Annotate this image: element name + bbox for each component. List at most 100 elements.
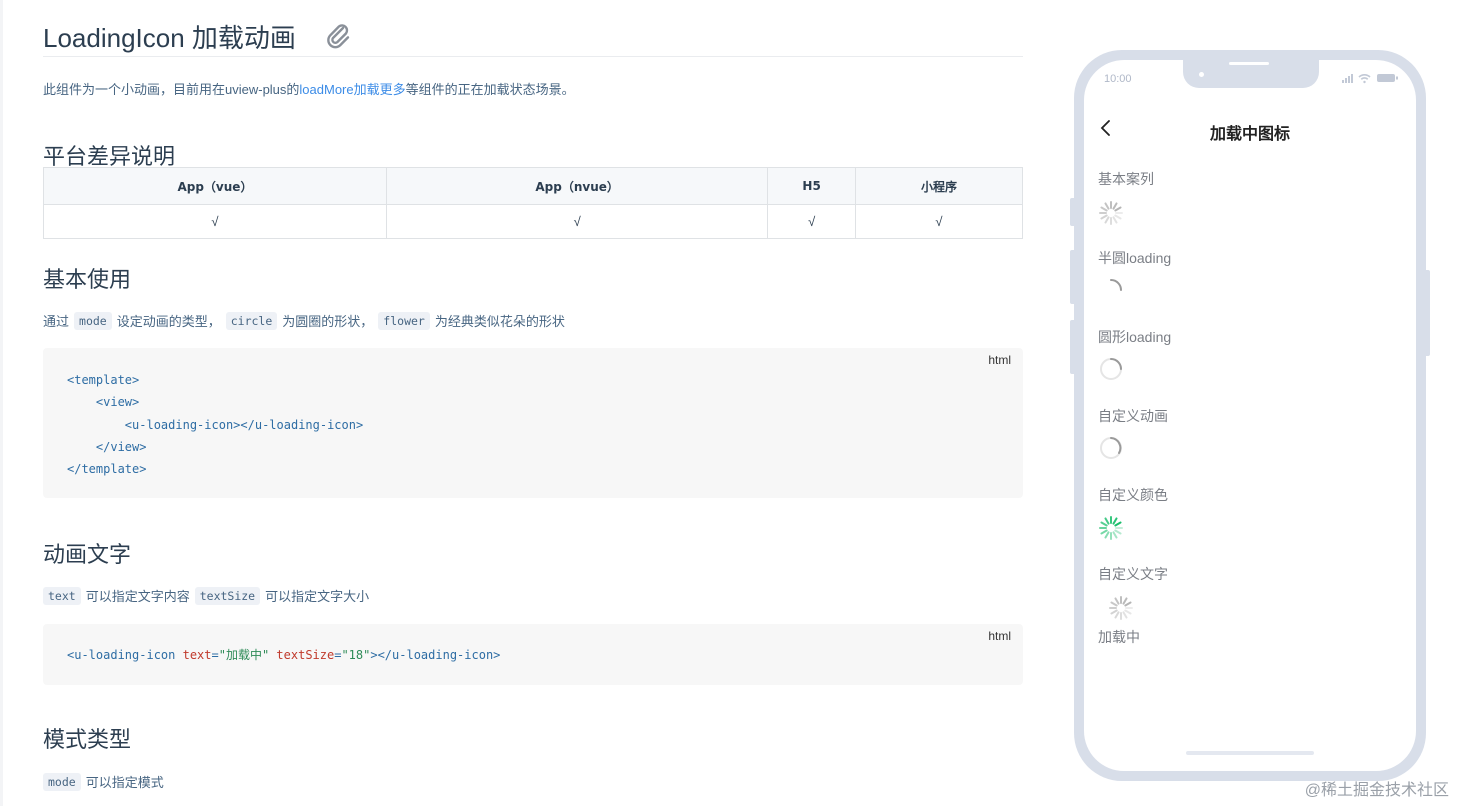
flower-spinner-icon	[1109, 596, 1133, 620]
spinner-petal	[1100, 529, 1108, 535]
table-header-cell: H5	[767, 167, 856, 205]
code-block-basic[interactable]: html <template> <view> <u-loading-icon><…	[43, 348, 1023, 498]
spinner-petal	[1104, 531, 1110, 539]
code-string: "18"	[341, 648, 371, 662]
table-cell: √	[43, 204, 387, 239]
inline-code-flower: flower	[378, 311, 430, 330]
spinner-petal	[1112, 531, 1118, 539]
code-line: <template>	[67, 373, 140, 387]
spinner-petal	[1114, 529, 1122, 535]
intro-after: 等组件的正在加载状态场景。	[405, 82, 575, 97]
table-header-cell: App（vue）	[43, 167, 387, 205]
heading-basic: 基本使用	[43, 267, 132, 292]
spinner-petal	[1114, 611, 1120, 619]
table-header-cell: 小程序	[854, 167, 1024, 205]
basic-description: 通过 mode 设定动画的类型， circle 为圆圈的形状， flower 为…	[43, 311, 565, 330]
code-lang-label: html	[988, 353, 1011, 367]
text-desc-1: 可以指定文字内容	[85, 589, 190, 604]
table-row: √ √ √ √	[43, 204, 1024, 239]
spinner-petal	[1114, 597, 1120, 605]
demo-label-custom-animation: 自定义动画	[1098, 408, 1168, 424]
table-cell: √	[385, 204, 769, 239]
heading-text: 动画文字	[43, 542, 132, 567]
spinner-petal	[1104, 517, 1110, 525]
demo-label-basic: 基本案列	[1098, 171, 1154, 187]
spinner-petal	[1110, 609, 1118, 615]
phone-speaker	[1229, 62, 1269, 65]
basic-text-2: 设定动画的类型，	[116, 314, 221, 329]
code-line: <u-loading-icon></u-loading-icon>	[67, 417, 364, 432]
flower-spinner-icon	[1099, 201, 1123, 225]
code-tag: ></u-loading-icon>	[370, 648, 501, 662]
demo-label-semicircle: 半圆loading	[1098, 250, 1172, 266]
mode-description: mode 可以指定模式	[43, 772, 164, 791]
code-attr: textSize	[276, 648, 335, 662]
text-desc-2: 可以指定文字大小	[265, 589, 370, 604]
heading-mode: 模式类型	[43, 727, 132, 752]
battery-icon	[1377, 74, 1398, 82]
code-line: <view>	[67, 395, 140, 410]
spinner-petal	[1110, 601, 1118, 607]
home-indicator	[1186, 751, 1314, 755]
semicircle-spinner-icon	[1110, 279, 1122, 291]
phone-notch	[1183, 60, 1319, 88]
inline-code-circle: circle	[225, 311, 278, 330]
code-block-text[interactable]: html <u-loading-icon text="加载中" textSize…	[43, 624, 1023, 685]
status-time: 10:00	[1104, 73, 1132, 85]
inline-code-textsize: textSize	[194, 586, 261, 605]
circle-spinner-icon	[1100, 358, 1122, 380]
loadmore-link[interactable]: loadMore加载更多	[299, 82, 405, 97]
intro-text: 此组件为一个小动画，目前用在uview-plus的loadMore加载更多等组件…	[43, 79, 575, 98]
text-description: text 可以指定文字内容 textSize 可以指定文字大小	[43, 586, 369, 605]
spinner-petal	[1100, 206, 1108, 212]
spinner-petal	[1114, 206, 1122, 212]
code-content: <u-loading-icon text="加载中" textSize="18"…	[67, 644, 500, 666]
code-attr: text	[182, 648, 212, 662]
spinner-petal	[1124, 601, 1132, 607]
demo-label-custom-color: 自定义颜色	[1098, 487, 1168, 503]
spinner-petal	[1104, 216, 1110, 224]
mode-desc: 可以指定模式	[85, 775, 164, 790]
platform-table: App（vue） App（nvue） H5 小程序 √ √ √ √	[43, 167, 1024, 239]
spinner-petal	[1100, 214, 1108, 220]
wifi-icon	[1358, 74, 1371, 80]
title-row: LoadingIcon 加载动画	[43, 14, 1023, 57]
phone-camera	[1199, 72, 1204, 77]
left-border	[0, 0, 3, 806]
status-icons	[1342, 74, 1398, 84]
spinner-petal	[1124, 609, 1132, 615]
spinner-petal	[1112, 517, 1118, 525]
spinner-petal	[1114, 521, 1122, 527]
spinner-petal	[1112, 216, 1118, 224]
code-line: </template>	[67, 462, 147, 477]
table-cell: √	[767, 204, 856, 239]
spinner-petal	[1122, 611, 1128, 619]
demo-label-circle: 圆形loading	[1098, 329, 1172, 345]
circle-spinner-icon	[1100, 437, 1122, 459]
spinner-petal	[1112, 202, 1118, 210]
table-header-row: App（vue） App（nvue） H5 小程序	[43, 167, 1024, 205]
code-eq: =	[211, 648, 219, 662]
spinner-petal	[1114, 214, 1122, 220]
spinner-petal	[1104, 202, 1110, 210]
phone-frame: 10:00 加载中图标 基本案列 半圆loading 圆形loading 自定义…	[1074, 50, 1426, 781]
code-tag: <u-loading-icon	[67, 648, 183, 662]
inline-code-mode: mode	[74, 311, 112, 330]
spinner-petal	[1122, 597, 1128, 605]
page-title: LoadingIcon 加载动画	[43, 23, 296, 53]
basic-text-4: 为经典类似花朵的形状	[434, 314, 565, 329]
intro-before: 此组件为一个小动画，目前用在uview-plus的	[43, 82, 300, 97]
inline-code-mode: mode	[43, 772, 81, 791]
code-string: "加载中"	[218, 648, 270, 662]
basic-text-3: 为圆圈的形状，	[282, 314, 374, 329]
paperclip-icon[interactable]	[323, 20, 353, 50]
table-cell: √	[854, 204, 1024, 239]
table-header-cell: App（nvue）	[385, 167, 769, 205]
flower-spinner-green-icon	[1099, 516, 1123, 540]
phone-screen: 10:00 加载中图标 基本案列 半圆loading 圆形loading 自定义…	[1084, 60, 1416, 771]
basic-text-1: 通过	[43, 314, 70, 329]
spinner-petal	[1100, 521, 1108, 527]
inline-code-text: text	[43, 586, 81, 605]
watermark: @稀土掘金技术社区	[1304, 782, 1449, 799]
code-content: <template> <view> <u-loading-icon></u-lo…	[67, 369, 363, 480]
